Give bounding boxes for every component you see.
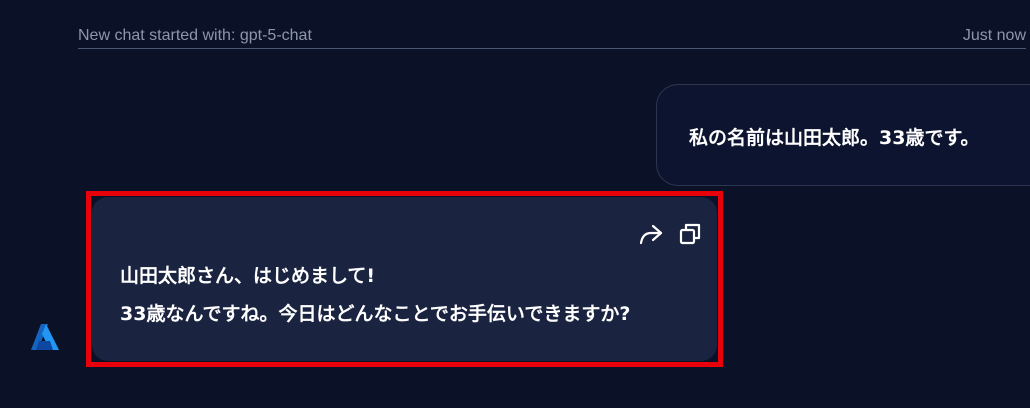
user-message-text: 私の名前は山田太郎。33歳です。 [689,127,980,149]
user-message: 私の名前は山田太郎。33歳です。 [656,84,1030,186]
assistant-message: 山田太郎さん、はじめまして! 33歳なんですね。今日はどんなことでお手伝いできま… [92,197,717,361]
azure-icon [30,323,60,351]
assistant-message-line-2: 33歳なんですね。今日はどんなことでお手伝いできますか? [120,303,631,325]
chat-timestamp: Just now [962,27,1026,44]
share-icon[interactable] [638,221,664,247]
chat-start-divider: New chat started with: gpt-5-chat Just n… [78,26,1026,49]
chat-start-label: New chat started with: gpt-5-chat [78,27,312,44]
copy-icon[interactable] [677,221,703,247]
chat-view: New chat started with: gpt-5-chat Just n… [0,0,1030,408]
assistant-message-line-1: 山田太郎さん、はじめまして! [120,265,376,287]
